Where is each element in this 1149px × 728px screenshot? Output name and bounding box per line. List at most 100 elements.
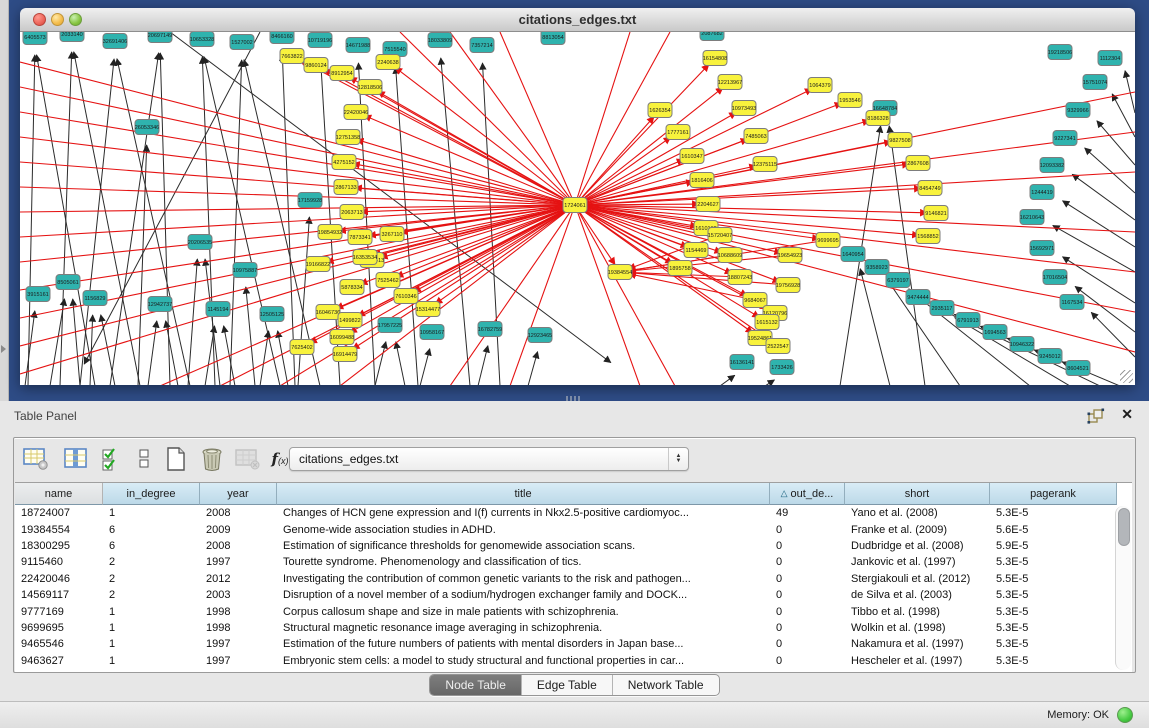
graph-edge[interactable] — [396, 205, 575, 277]
graph-node[interactable]: 1156829 — [83, 291, 107, 306]
graph-node[interactable]: 1733426 — [770, 360, 794, 375]
graph-edge[interactable] — [396, 342, 405, 385]
close-panel-icon[interactable]: ✕ — [1121, 406, 1133, 423]
graph-node[interactable]: 15751074 — [1083, 75, 1107, 90]
column-header-name[interactable]: name — [15, 483, 103, 505]
graph-edge[interactable] — [478, 346, 488, 385]
graph-edge[interactable] — [420, 349, 430, 385]
graph-node[interactable]: 3915161 — [26, 287, 50, 302]
graph-node[interactable]: 16154808 — [703, 51, 727, 66]
graph-edge[interactable] — [138, 145, 147, 385]
graph-node[interactable]: 6405573 — [23, 32, 47, 45]
graph-node[interactable]: 9329966 — [1066, 103, 1090, 118]
graph-edge[interactable] — [629, 255, 790, 271]
graph-node[interactable]: 16099488 — [330, 330, 354, 345]
graph-edge[interactable] — [720, 375, 735, 385]
select-rows-check-icon[interactable] — [98, 445, 126, 473]
table-row[interactable]: 1830029562008Estimation of significance … — [15, 538, 1132, 554]
graph-edge[interactable] — [25, 311, 35, 385]
graph-node[interactable]: 1816406 — [690, 173, 714, 188]
tab-edge-table[interactable]: Edge Table — [521, 675, 612, 695]
graph-node[interactable]: 15692971 — [1030, 241, 1054, 256]
table-row[interactable]: 946362711997Embryonic stem cells: a mode… — [15, 653, 1132, 669]
graph-node[interactable]: 7525462 — [376, 273, 400, 288]
graph-node[interactable]: 1640954 — [841, 247, 865, 262]
graph-edge[interactable] — [282, 54, 295, 385]
column-header-short[interactable]: short — [845, 483, 990, 505]
graph-edge[interactable] — [575, 205, 1135, 232]
table-row[interactable]: 2242004622012Investigating the contribut… — [15, 571, 1132, 587]
tab-network-table[interactable]: Network Table — [612, 675, 719, 695]
graph-node[interactable]: 9358923 — [865, 260, 889, 275]
graph-edge[interactable] — [74, 52, 140, 385]
graph-node[interactable]: 8186328 — [866, 111, 890, 126]
column-header-year[interactable]: year — [200, 483, 277, 505]
graph-node[interactable]: 2935117 — [930, 301, 954, 316]
delete-table-icon[interactable] — [198, 445, 226, 473]
graph-node[interactable]: 12093382 — [1040, 158, 1064, 173]
graph-edge[interactable] — [205, 326, 215, 385]
graph-node[interactable]: 1112304 — [1098, 51, 1122, 66]
graph-node[interactable]: 6379197 — [886, 273, 910, 288]
graph-node[interactable]: 17159928 — [298, 193, 322, 208]
graph-node[interactable]: 15314477 — [416, 302, 440, 317]
table-vertical-scrollbar[interactable] — [1115, 506, 1131, 670]
graph-edge[interactable] — [575, 205, 640, 385]
graph-node[interactable]: 10946322 — [1010, 337, 1034, 352]
graph-node[interactable]: 7625402 — [290, 340, 314, 355]
table-row[interactable]: 1872400712008Changes of HCN gene express… — [15, 505, 1132, 521]
graph-node[interactable]: 2867133 — [334, 180, 358, 195]
graph-edge[interactable] — [84, 32, 260, 364]
graph-edge[interactable] — [435, 205, 575, 304]
float-window-icon[interactable] — [1087, 408, 1105, 424]
graph-edge[interactable] — [1075, 286, 1135, 332]
graph-node[interactable]: 1610347 — [680, 149, 704, 164]
graph-node[interactable]: 1626354 — [648, 103, 672, 118]
graph-edge[interactable] — [575, 103, 842, 205]
graph-edge[interactable] — [510, 205, 575, 385]
graph-node[interactable]: 16914479 — [333, 347, 357, 362]
graph-node[interactable]: 12818506 — [358, 80, 382, 95]
graph-node[interactable]: 8466160 — [270, 32, 294, 44]
graph-node[interactable]: 16353534 — [353, 250, 377, 265]
graph-node[interactable]: 12213967 — [718, 75, 742, 90]
graph-edge[interactable] — [528, 352, 538, 385]
tab-node-table[interactable]: Node Table — [430, 675, 521, 695]
graph-node[interactable]: 2204627 — [696, 197, 720, 212]
table-row[interactable]: 1938455462009Genome-wide association stu… — [15, 521, 1132, 537]
graph-edge[interactable] — [575, 112, 736, 205]
graph-node[interactable]: 2087682 — [700, 32, 724, 41]
graph-node[interactable]: 16136141 — [730, 355, 754, 370]
table-row[interactable]: 911546021997Tourette syndrome. Phenomeno… — [15, 554, 1132, 570]
graph-node[interactable]: 9684067 — [743, 293, 767, 308]
graph-edge[interactable] — [1085, 148, 1135, 193]
graph-node[interactable]: 8505061 — [56, 275, 80, 290]
graph-node[interactable]: 9227341 — [1053, 131, 1077, 146]
column-header-title[interactable]: title — [277, 483, 770, 505]
graph-node[interactable]: 19166822 — [306, 257, 330, 272]
graph-node[interactable]: 12942737 — [148, 297, 172, 312]
graph-edge[interactable] — [20, 137, 575, 205]
table-options-icon[interactable] — [22, 445, 50, 473]
column-header-pagerank[interactable]: pagerank — [990, 483, 1117, 505]
column-header-out_de[interactable]: △out_de... — [770, 483, 845, 505]
graph-edge[interactable] — [1053, 225, 1135, 272]
graph-node[interactable]: 7485063 — [744, 129, 768, 144]
graph-node[interactable]: 32691406 — [103, 34, 127, 49]
graph-node[interactable]: 20206535 — [188, 235, 212, 250]
graph-node[interactable]: 19218506 — [1048, 45, 1072, 60]
graph-node[interactable]: 1568852 — [916, 229, 940, 244]
graph-node[interactable]: 10975887 — [233, 263, 257, 278]
graph-edge[interactable] — [1097, 121, 1135, 165]
graph-edge[interactable] — [90, 315, 93, 385]
graph-node[interactable]: 2867608 — [906, 156, 930, 171]
network-canvas[interactable]: 6405573203314032691406206971491065332815… — [20, 32, 1135, 385]
graph-node[interactable]: 16210643 — [1020, 210, 1044, 225]
graph-node[interactable]: 7663822 — [280, 49, 304, 64]
graph-node[interactable]: 8813054 — [541, 32, 565, 45]
graph-edge[interactable] — [1063, 201, 1135, 247]
graph-node[interactable]: 1615132 — [755, 315, 779, 330]
graph-node[interactable]: 6791913 — [956, 313, 980, 328]
graph-node[interactable]: 7873341 — [348, 230, 372, 245]
graph-node[interactable]: 15720407 — [708, 228, 732, 243]
